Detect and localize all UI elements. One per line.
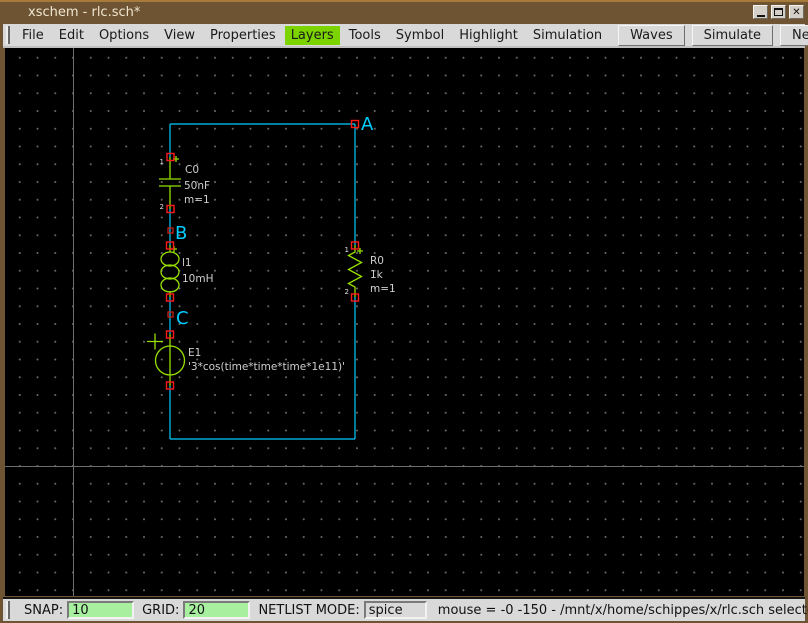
component-inductor[interactable]: l1 10mH <box>160 241 214 302</box>
minimize-button[interactable] <box>753 5 768 19</box>
netlist-mode-input[interactable] <box>363 601 427 619</box>
xschem-window: xschem - rlc.sch* ✕ File Edit Options Vi… <box>0 0 808 623</box>
statusbar-grip[interactable] <box>6 601 10 619</box>
title-bar[interactable]: xschem - rlc.sch* ✕ <box>0 2 808 22</box>
component-value[interactable]: '3*cos(time*time*time*1e11)' <box>188 361 345 373</box>
close-icon: ✕ <box>792 6 801 18</box>
grid-label: GRID: <box>142 602 180 618</box>
menubar-grip[interactable] <box>6 26 10 44</box>
mouse-status-text: mouse = -0 -150 - /mnt/x/home/schippes/x… <box>437 602 808 618</box>
maximize-button[interactable] <box>771 5 786 19</box>
component-mult[interactable]: m=1 <box>370 283 396 295</box>
inductor-coil[interactable] <box>160 264 180 280</box>
netlist-mode-label: NETLIST MODE: <box>258 602 360 618</box>
netlist-button[interactable]: Netlist <box>780 24 808 46</box>
component-ref[interactable]: C0 <box>185 164 199 176</box>
window-controls: ✕ <box>750 5 804 19</box>
node-label-b[interactable]: B <box>175 223 187 244</box>
menu-edit[interactable]: Edit <box>53 26 90 45</box>
component-resistor[interactable]: 1 2 R0 1k m=1 <box>345 241 396 302</box>
component-mult[interactable]: m=1 <box>184 194 210 206</box>
component-value[interactable]: 10mH <box>182 273 214 285</box>
menu-layers[interactable]: Layers <box>284 25 340 45</box>
menu-tools[interactable]: Tools <box>343 26 387 45</box>
rlc-schematic[interactable]: 1 2 C0 50nF m=1 l1 10mH E1 '3*cos(time*t… <box>5 48 804 596</box>
component-ref[interactable]: R0 <box>370 255 384 267</box>
pin-number: 1 <box>160 158 164 166</box>
pin-number: 2 <box>345 288 349 296</box>
component-ref[interactable]: E1 <box>188 347 201 359</box>
menu-view[interactable]: View <box>158 26 201 45</box>
waves-button[interactable]: Waves <box>618 24 685 46</box>
window-title: xschem - rlc.sch* <box>28 4 141 20</box>
component-ref[interactable]: l1 <box>182 257 192 269</box>
component-value[interactable]: 50nF <box>184 180 210 192</box>
menu-symbol[interactable]: Symbol <box>390 26 450 45</box>
snap-input[interactable] <box>67 601 135 619</box>
component-value[interactable]: 1k <box>370 269 384 281</box>
grid-input[interactable] <box>183 601 251 619</box>
menu-simulation[interactable]: Simulation <box>527 26 608 45</box>
pin-number: 1 <box>345 246 349 254</box>
menu-properties[interactable]: Properties <box>204 26 282 45</box>
component-vsource[interactable]: E1 '3*cos(time*time*time*1e11)' <box>147 330 345 390</box>
snap-label: SNAP: <box>24 602 64 618</box>
net-labels[interactable]: A B C <box>167 114 374 329</box>
maximize-icon <box>774 8 783 16</box>
schematic-canvas[interactable]: 1 2 C0 50nF m=1 l1 10mH E1 '3*cos(time*t… <box>5 48 804 596</box>
inductor-coil[interactable] <box>160 251 180 267</box>
menubar-actions: Waves Simulate Netlist Help <box>611 24 808 46</box>
node-label-c[interactable]: C <box>176 308 189 329</box>
component-capacitor[interactable]: 1 2 C0 50nF m=1 <box>159 152 210 214</box>
menu-highlight[interactable]: Highlight <box>453 26 524 45</box>
menu-bar: File Edit Options View Properties Layers… <box>3 24 808 48</box>
status-bar: SNAP: GRID: NETLIST MODE: mouse = -0 -15… <box>3 597 808 621</box>
minimize-icon <box>756 15 765 17</box>
close-button[interactable]: ✕ <box>789 5 804 19</box>
simulate-button[interactable]: Simulate <box>691 24 774 46</box>
menu-file[interactable]: File <box>16 26 50 45</box>
menu-options[interactable]: Options <box>93 26 155 45</box>
pin-number: 2 <box>160 203 164 211</box>
inductor-coil[interactable] <box>160 277 180 293</box>
node-label-a[interactable]: A <box>361 114 374 135</box>
plus-polarity-icon <box>147 333 163 350</box>
